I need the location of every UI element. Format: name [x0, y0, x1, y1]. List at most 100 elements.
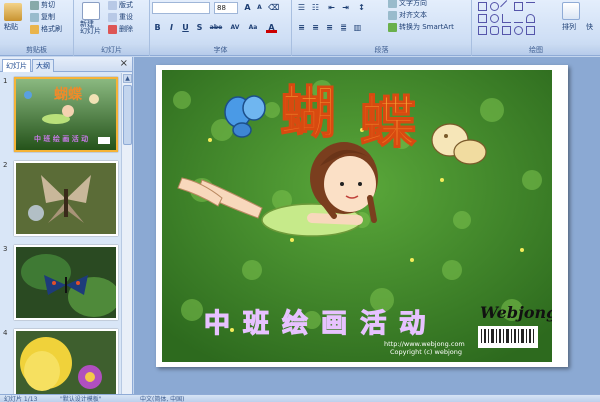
paragraph-group: ☰ ☷ ⇤ ⇥ ↕ ≡ ≡ ≡ ≣ ▥ 文字方向 对齐文本 转换为 SmartA… — [292, 0, 472, 56]
align-center-icon[interactable]: ≡ — [310, 22, 321, 33]
thumbnail-number: 1 — [3, 77, 8, 85]
font-color-button[interactable]: A — [266, 22, 277, 33]
webjong-logo: Webjong — [480, 303, 552, 322]
shadow-button[interactable]: S — [194, 22, 205, 33]
thumbnail-number: 3 — [3, 245, 8, 253]
circle-shape-icon[interactable] — [490, 14, 499, 23]
slide-background-photo: 蝴 蝶 中 班 绘 画 活 动 http://www.webjong.com C… — [162, 70, 552, 362]
thumbnail-image-4[interactable] — [14, 329, 118, 394]
line-spacing-icon[interactable]: ↕ — [356, 2, 367, 13]
scroll-thumb[interactable] — [123, 85, 132, 145]
delete-slide-button[interactable]: 删除 — [108, 24, 133, 34]
paste-button[interactable]: 粘贴 — [4, 22, 18, 32]
align-right-icon[interactable]: ≡ — [324, 22, 335, 33]
clear-format-icon[interactable]: ⌫ — [268, 2, 279, 13]
thumbnail-item[interactable]: 4 — [0, 327, 121, 394]
ribbon: 粘贴 剪切 复制 格式刷 剪贴板 新建 幻灯片 版式 重设 删除 幻灯片 88 … — [0, 0, 600, 56]
brace-shape-icon[interactable] — [502, 26, 511, 35]
paste-icon[interactable] — [4, 3, 22, 21]
text-direction-label: 文字方向 — [399, 0, 427, 7]
reset-button[interactable]: 重设 — [108, 12, 133, 22]
thumbnail-item[interactable]: 2 — [0, 159, 121, 237]
font-size-combo[interactable]: 88 — [214, 2, 238, 14]
strikethrough-button[interactable]: abe — [208, 22, 224, 33]
reset-icon — [108, 12, 117, 22]
thumbnail-2-art — [16, 163, 116, 234]
scroll-up-icon[interactable]: ▲ — [123, 74, 132, 83]
slide-title-char-1: 蝴 — [280, 80, 336, 146]
oval-shape-icon[interactable] — [490, 2, 499, 11]
thumbnail-list: 1 蝴蝶 中 班 绘 画 活 动 2 3 4 — [0, 73, 121, 394]
font-group: 88 A A ⌫ B I U S abe AV Aa A 字体 — [150, 0, 292, 56]
rounded-rect-shape-icon[interactable] — [490, 26, 499, 35]
bullets-icon[interactable]: ☰ — [296, 2, 307, 13]
triangle-shape-icon[interactable] — [478, 26, 487, 35]
italic-button[interactable]: I — [166, 22, 177, 33]
arrow-shape-icon[interactable] — [526, 2, 535, 11]
slide-art: 蝴 蝶 中 班 绘 画 活 动 http://www.webjong.com C… — [162, 70, 552, 362]
thumbnail-image-2[interactable] — [14, 161, 118, 236]
bold-button[interactable]: B — [152, 22, 163, 33]
thumbnail-image-1[interactable]: 蝴蝶 中 班 绘 画 活 动 — [14, 77, 118, 152]
increase-indent-icon[interactable]: ⇥ — [340, 2, 351, 13]
pane-tabs: 幻灯片 大纲 × — [0, 57, 132, 72]
align-text-button[interactable]: 对齐文本 — [388, 10, 427, 20]
tab-slides[interactable]: 幻灯片 — [2, 59, 31, 72]
clipboard-group: 粘贴 剪切 复制 格式刷 剪贴板 — [0, 0, 74, 56]
grow-font-button[interactable]: A — [242, 2, 253, 13]
watermark-copyright: Copyright (c) webjong — [390, 348, 462, 356]
copy-button[interactable]: 复制 — [30, 12, 55, 22]
current-slide[interactable]: 蝴 蝶 中 班 绘 画 活 动 http://www.webjong.com C… — [156, 65, 568, 367]
thumbnail-number: 2 — [3, 161, 8, 169]
arrange-button[interactable]: 排列 — [562, 22, 576, 32]
quick-styles-button[interactable]: 快 — [586, 22, 593, 32]
new-slide-button[interactable]: 新建 幻灯片 — [80, 21, 101, 35]
thumbnail-item[interactable]: 1 蝴蝶 中 班 绘 画 活 动 — [0, 75, 121, 153]
columns-icon[interactable]: ▥ — [352, 22, 363, 33]
font-name-combo[interactable] — [152, 2, 210, 14]
connector-shape-icon[interactable] — [514, 14, 523, 23]
new-slide-icon[interactable] — [82, 2, 100, 20]
line-shape-icon[interactable] — [500, 0, 513, 13]
thumbnail-image-3[interactable] — [14, 245, 118, 320]
layout-icon — [108, 0, 117, 10]
slide-title-char-2: 蝶 — [360, 90, 417, 156]
barcode-icon — [481, 329, 534, 343]
reset-label: 重设 — [119, 13, 133, 21]
smartart-button[interactable]: 转换为 SmartArt — [388, 22, 454, 32]
underline-button[interactable]: U — [180, 22, 191, 33]
justify-icon[interactable]: ≣ — [338, 22, 349, 33]
textbox-shape-icon[interactable] — [514, 2, 523, 11]
slides-pane: 幻灯片 大纲 × 1 蝴蝶 中 班 绘 画 活 动 2 3 4 ▲ — [0, 57, 133, 394]
cut-button[interactable]: 剪切 — [30, 0, 55, 10]
decrease-indent-icon[interactable]: ⇤ — [326, 2, 337, 13]
rect2-shape-icon[interactable] — [478, 14, 487, 23]
shrink-font-button[interactable]: A — [254, 2, 265, 13]
rectangle-shape-icon[interactable] — [478, 2, 487, 11]
svg-text:中 班 绘 画 活 动: 中 班 绘 画 活 动 — [34, 134, 88, 143]
paintbrush-icon — [30, 24, 39, 34]
align-left-icon[interactable]: ≡ — [296, 22, 307, 33]
elbow-shape-icon[interactable] — [502, 14, 511, 23]
thumbnail-item[interactable]: 3 — [0, 243, 121, 321]
smiley-shape-icon[interactable] — [514, 26, 523, 35]
char-spacing-button[interactable]: AV — [228, 22, 242, 33]
paragraph-group-label: 段落 — [292, 45, 471, 55]
arc-shape-icon[interactable] — [526, 14, 535, 23]
text-direction-button[interactable]: 文字方向 — [388, 0, 427, 8]
arrange-icon[interactable] — [562, 2, 580, 20]
copy-icon — [30, 12, 39, 22]
align-text-icon — [388, 10, 397, 20]
close-pane-icon[interactable]: × — [120, 58, 128, 69]
format-painter-button[interactable]: 格式刷 — [30, 24, 62, 34]
tab-outline[interactable]: 大纲 — [32, 59, 54, 72]
numbering-icon[interactable]: ☷ — [310, 2, 321, 13]
thumbnail-3-art — [16, 247, 116, 318]
text-direction-icon — [388, 0, 397, 8]
delete-label: 删除 — [119, 25, 133, 33]
layout-button[interactable]: 版式 — [108, 0, 133, 10]
language: 中文(简体, 中国) — [140, 396, 185, 402]
thumbnail-scrollbar[interactable]: ▲ — [121, 73, 132, 394]
change-case-button[interactable]: Aa — [246, 22, 260, 33]
star-shape-icon[interactable] — [526, 26, 535, 35]
